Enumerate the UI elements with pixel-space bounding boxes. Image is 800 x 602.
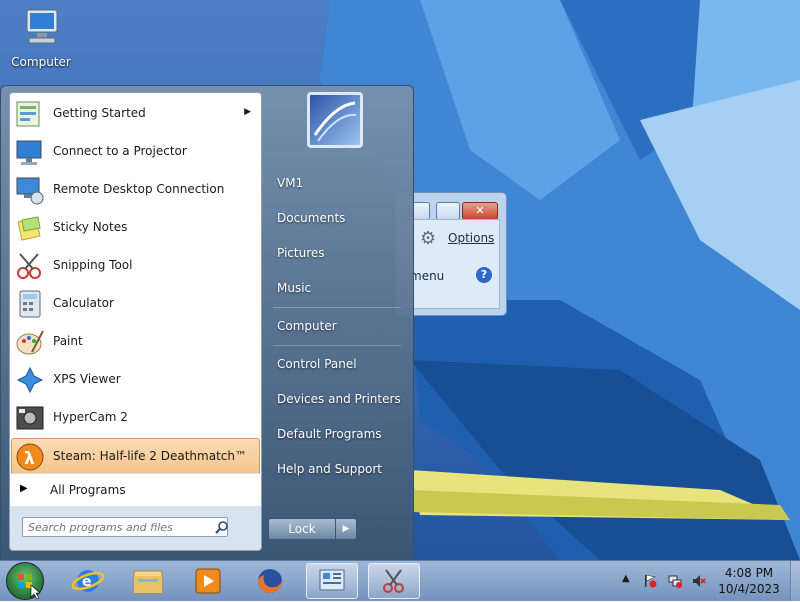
all-programs-button[interactable]: ▶ All Programs bbox=[9, 473, 262, 507]
program-getting-started[interactable]: Getting Started ▶ bbox=[12, 96, 259, 132]
program-label: XPS Viewer bbox=[53, 372, 121, 386]
taskbar-media-player[interactable] bbox=[182, 563, 234, 599]
program-label: Calculator bbox=[53, 296, 114, 310]
right-item-control-panel[interactable]: Control Panel bbox=[277, 357, 357, 371]
projector-icon bbox=[16, 140, 42, 165]
computer-icon-label: Computer bbox=[11, 55, 71, 69]
internet-explorer-icon: e bbox=[71, 570, 105, 592]
svg-text:λ: λ bbox=[24, 449, 35, 469]
computer-desktop-icon[interactable]: Computer bbox=[8, 6, 74, 69]
media-player-icon bbox=[195, 568, 221, 594]
shutdown-options-arrow[interactable]: ▶ bbox=[335, 518, 357, 540]
getting-started-icon bbox=[16, 101, 40, 127]
close-icon: ✕ bbox=[475, 204, 485, 217]
show-desktop-button[interactable] bbox=[790, 561, 800, 601]
taskbar-internet-explorer[interactable]: e bbox=[62, 563, 114, 599]
programs-pane: Getting Started ▶ Connect to a Projector… bbox=[9, 92, 262, 476]
program-calculator[interactable]: Calculator bbox=[12, 286, 259, 322]
program-sticky-notes[interactable]: Sticky Notes bbox=[12, 210, 259, 246]
program-label: Connect to a Projector bbox=[53, 144, 187, 158]
right-item-music[interactable]: Music bbox=[277, 281, 311, 295]
control-panel-icon bbox=[319, 569, 345, 591]
search-icon[interactable] bbox=[214, 520, 230, 536]
program-label: Sticky Notes bbox=[53, 220, 128, 234]
half-life-icon: λ bbox=[16, 443, 44, 471]
clock-time: 4:08 PM bbox=[724, 566, 774, 580]
all-programs-label: All Programs bbox=[50, 483, 126, 497]
windows-logo-icon bbox=[18, 574, 41, 600]
remote-desktop-icon bbox=[16, 177, 44, 205]
paint-icon bbox=[16, 330, 44, 355]
taskbar: e ▲ 4:08 PM 10/4/2023 bbox=[0, 560, 800, 601]
right-item-documents[interactable]: Documents bbox=[277, 211, 345, 225]
user-avatar[interactable] bbox=[307, 92, 363, 148]
lock-button[interactable]: Lock bbox=[268, 518, 336, 540]
mouse-cursor-icon bbox=[30, 584, 41, 600]
user-picture-icon bbox=[313, 101, 357, 142]
program-label: HyperCam 2 bbox=[53, 410, 128, 424]
clock-date: 10/4/2023 bbox=[718, 582, 780, 596]
search-area bbox=[9, 506, 262, 551]
expand-arrow-icon: ▶ bbox=[20, 483, 28, 494]
taskbar-firefox[interactable] bbox=[244, 563, 296, 599]
close-button[interactable]: ✕ bbox=[462, 202, 498, 220]
right-item-user[interactable]: VM1 bbox=[277, 176, 303, 190]
snipping-tool-icon bbox=[383, 569, 404, 593]
program-label: Snipping Tool bbox=[53, 258, 133, 272]
right-item-default-programs[interactable]: Default Programs bbox=[277, 427, 382, 441]
submenu-arrow-icon: ▶ bbox=[244, 107, 251, 117]
program-hypercam[interactable]: HyperCam 2 bbox=[12, 400, 259, 436]
program-label: Getting Started bbox=[53, 106, 146, 120]
svg-text:e: e bbox=[82, 574, 92, 590]
volume-muted-icon[interactable] bbox=[692, 574, 706, 588]
calculator-icon bbox=[19, 290, 41, 318]
taskbar-snipping-tool[interactable] bbox=[368, 563, 420, 599]
menu-label: menu bbox=[410, 269, 445, 283]
program-paint[interactable]: Paint bbox=[12, 324, 259, 360]
program-label: Paint bbox=[53, 334, 83, 348]
action-center-flag-icon[interactable] bbox=[643, 574, 657, 588]
help-icon[interactable]: ? bbox=[476, 267, 492, 283]
program-label: Remote Desktop Connection bbox=[53, 182, 225, 196]
folder-icon bbox=[133, 570, 163, 594]
start-menu: Getting Started ▶ Connect to a Projector… bbox=[0, 85, 414, 562]
right-item-help-support[interactable]: Help and Support bbox=[277, 462, 382, 476]
program-half-life-deathmatch[interactable]: λ Steam: Half-life 2 Deathmatch™ bbox=[11, 438, 260, 476]
maximize-button[interactable] bbox=[436, 202, 460, 220]
gear-icon: ⚙ bbox=[420, 228, 437, 249]
network-icon[interactable] bbox=[668, 574, 682, 588]
right-separator bbox=[273, 307, 401, 308]
snipping-tool-icon bbox=[17, 253, 41, 279]
search-input[interactable] bbox=[22, 517, 228, 537]
hypercam-icon bbox=[16, 406, 44, 430]
taskbar-file-explorer[interactable] bbox=[122, 563, 174, 599]
program-connect-projector[interactable]: Connect to a Projector bbox=[12, 134, 259, 170]
sticky-notes-icon bbox=[17, 216, 41, 241]
right-separator bbox=[273, 345, 401, 346]
program-snipping-tool[interactable]: Snipping Tool bbox=[12, 248, 259, 284]
right-item-computer[interactable]: Computer bbox=[277, 319, 337, 333]
computer-icon bbox=[26, 9, 58, 44]
system-clock[interactable]: 4:08 PM 10/4/2023 bbox=[716, 565, 782, 597]
right-item-devices-printers[interactable]: Devices and Printers bbox=[277, 392, 401, 406]
show-hidden-icons-arrow[interactable]: ▲ bbox=[622, 573, 630, 584]
program-xps-viewer[interactable]: XPS Viewer bbox=[12, 362, 259, 398]
xps-viewer-icon bbox=[16, 366, 44, 394]
options-button[interactable]: Options bbox=[448, 231, 494, 245]
taskbar-control-panel-window[interactable] bbox=[306, 563, 358, 599]
program-remote-desktop[interactable]: Remote Desktop Connection bbox=[12, 172, 259, 208]
program-label: Steam: Half-life 2 Deathmatch™ bbox=[53, 449, 247, 463]
start-button[interactable] bbox=[6, 562, 44, 600]
right-item-pictures[interactable]: Pictures bbox=[277, 246, 325, 260]
firefox-icon bbox=[258, 569, 282, 593]
